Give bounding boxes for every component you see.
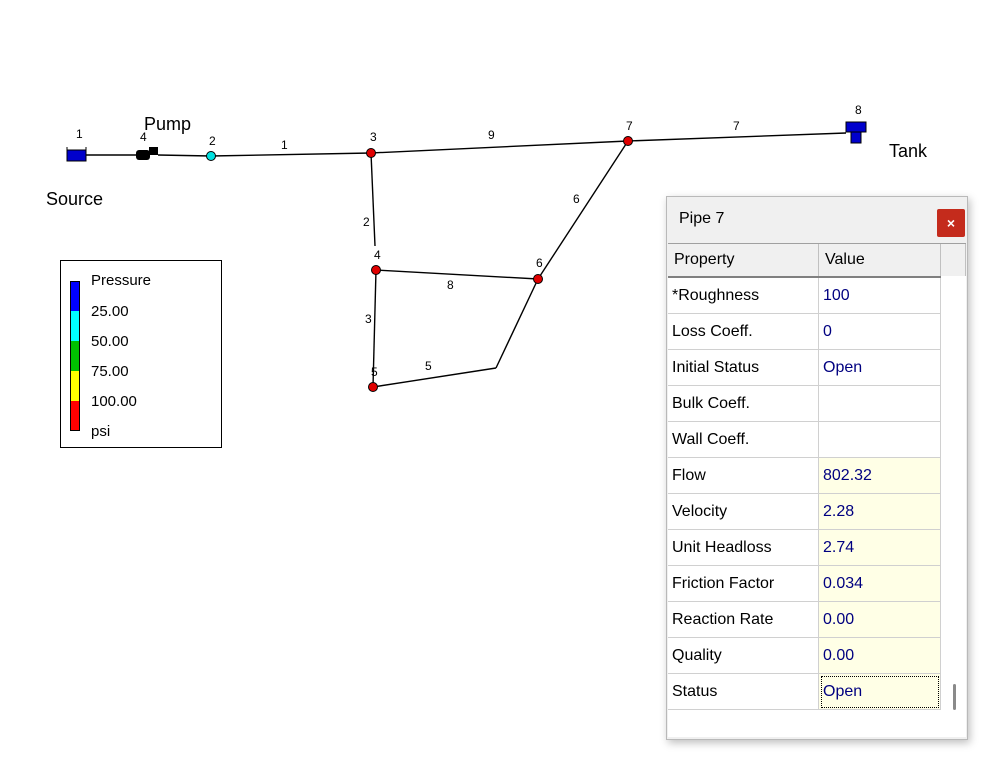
pipe-5b[interactable] xyxy=(495,278,539,369)
reservoir-icon[interactable] xyxy=(66,147,87,162)
property-name: Velocity xyxy=(668,494,819,530)
legend-unit: psi xyxy=(91,423,111,440)
link-pump-2[interactable] xyxy=(157,154,212,157)
link-label: 1 xyxy=(281,138,288,152)
link-label: 9 xyxy=(488,128,495,142)
property-value[interactable]: 0.00 xyxy=(819,638,941,674)
legend-level: 100.00 xyxy=(91,393,137,410)
property-name: Flow xyxy=(668,458,819,494)
pipe-9[interactable] xyxy=(370,140,629,154)
node-label: 6 xyxy=(536,256,543,270)
value-column-header[interactable]: Value xyxy=(819,244,941,276)
property-row[interactable]: Flow 802.32 xyxy=(668,458,966,494)
node-label: 3 xyxy=(370,130,377,144)
pump-icon[interactable] xyxy=(136,147,158,160)
property-name: Status xyxy=(668,674,819,710)
property-row[interactable]: *Roughness 100 xyxy=(668,278,966,314)
property-name: Unit Headloss xyxy=(668,530,819,566)
property-name: *Roughness xyxy=(668,278,819,314)
property-value[interactable]: 0 xyxy=(819,314,941,350)
property-editor-window[interactable]: Pipe 7 × Property Value *Roughness 100 Los… xyxy=(666,196,968,740)
property-name: Bulk Coeff. xyxy=(668,386,819,422)
property-value[interactable]: 0.034 xyxy=(819,566,941,602)
link-label: 5 xyxy=(425,359,432,373)
legend-swatch-yellow xyxy=(70,371,80,401)
property-name: Initial Status xyxy=(668,350,819,386)
source-label: Source xyxy=(46,189,103,209)
property-name: Quality xyxy=(668,638,819,674)
property-row[interactable]: Friction Factor 0.034 xyxy=(668,566,966,602)
pipe-6[interactable] xyxy=(537,140,629,280)
legend-swatch-blue xyxy=(70,281,80,311)
node-label: 7 xyxy=(626,119,633,133)
tank-label: Tank xyxy=(889,141,928,161)
link-label: 8 xyxy=(447,278,454,292)
link-label: 2 xyxy=(363,215,370,229)
property-value[interactable] xyxy=(819,422,941,458)
node-label: 5 xyxy=(371,365,378,379)
legend-level: 75.00 xyxy=(91,363,129,380)
pipe-8[interactable] xyxy=(375,269,539,280)
pump-label: Pump xyxy=(144,114,191,134)
legend-title: Pressure xyxy=(91,272,152,289)
junction-6[interactable] xyxy=(533,274,543,284)
property-value[interactable]: 2.74 xyxy=(819,530,941,566)
junction-7[interactable] xyxy=(623,136,633,146)
property-row[interactable]: Bulk Coeff. xyxy=(668,386,966,422)
node-label: 8 xyxy=(855,103,862,117)
legend-swatch-cyan xyxy=(70,311,80,341)
property-grid[interactable]: Property Value *Roughness 100 Loss Coeff. 0… xyxy=(668,243,966,737)
junction-2[interactable] xyxy=(206,151,216,161)
grid-header: Property Value xyxy=(668,244,966,278)
property-name: Wall Coeff. xyxy=(668,422,819,458)
property-row[interactable]: Velocity 2.28 xyxy=(668,494,966,530)
property-value[interactable]: 802.32 xyxy=(819,458,941,494)
property-column-header[interactable]: Property xyxy=(668,244,819,276)
property-row[interactable]: Wall Coeff. xyxy=(668,422,966,458)
pipe-1[interactable] xyxy=(210,152,372,157)
legend-swatch-green xyxy=(70,341,80,371)
junction-5[interactable] xyxy=(368,382,378,392)
property-value[interactable]: Open xyxy=(819,350,941,386)
node-label: 1 xyxy=(76,127,83,141)
node-label: 4 xyxy=(374,248,381,262)
header-spacer xyxy=(941,244,966,276)
legend-level: 50.00 xyxy=(91,333,129,350)
pressure-legend[interactable]: Pressure 25.00 50.00 75.00 100.00 psi xyxy=(60,260,222,448)
node-label: 2 xyxy=(209,134,216,148)
window-titlebar[interactable]: Pipe 7 × xyxy=(667,197,967,243)
window-title: Pipe 7 xyxy=(679,210,725,227)
property-value[interactable] xyxy=(819,386,941,422)
legend-swatch-red xyxy=(70,401,80,431)
junction-3[interactable] xyxy=(366,148,376,158)
property-name: Reaction Rate xyxy=(668,602,819,638)
property-name: Loss Coeff. xyxy=(668,314,819,350)
close-button[interactable]: × xyxy=(937,209,965,237)
property-value[interactable]: 2.28 xyxy=(819,494,941,530)
property-value[interactable]: 0.00 xyxy=(819,602,941,638)
legend-color-bar xyxy=(70,281,80,431)
grid-body: *Roughness 100 Loss Coeff. 0 Initial Status O… xyxy=(668,278,966,710)
property-row[interactable]: Reaction Rate 0.00 xyxy=(668,602,966,638)
property-row[interactable]: Status Open xyxy=(668,674,966,710)
link-label: 7 xyxy=(733,119,740,133)
property-row[interactable]: Loss Coeff. 0 xyxy=(668,314,966,350)
property-value[interactable]: Open xyxy=(819,674,941,710)
tank-icon[interactable] xyxy=(845,121,867,144)
property-row[interactable]: Initial Status Open xyxy=(668,350,966,386)
pipe-2[interactable] xyxy=(370,152,376,247)
property-row[interactable]: Unit Headloss 2.74 xyxy=(668,530,966,566)
property-name: Friction Factor xyxy=(668,566,819,602)
property-value[interactable]: 100 xyxy=(819,278,941,314)
scrollbar-thumb[interactable] xyxy=(953,684,956,710)
link-label: 3 xyxy=(365,312,372,326)
pipe-5a[interactable] xyxy=(372,367,497,388)
junction-4[interactable] xyxy=(371,265,381,275)
pipe-7[interactable] xyxy=(627,132,847,142)
link-label: 6 xyxy=(573,192,580,206)
legend-level: 25.00 xyxy=(91,303,129,320)
vertical-scrollbar[interactable] xyxy=(941,276,966,737)
property-row[interactable]: Quality 0.00 xyxy=(668,638,966,674)
